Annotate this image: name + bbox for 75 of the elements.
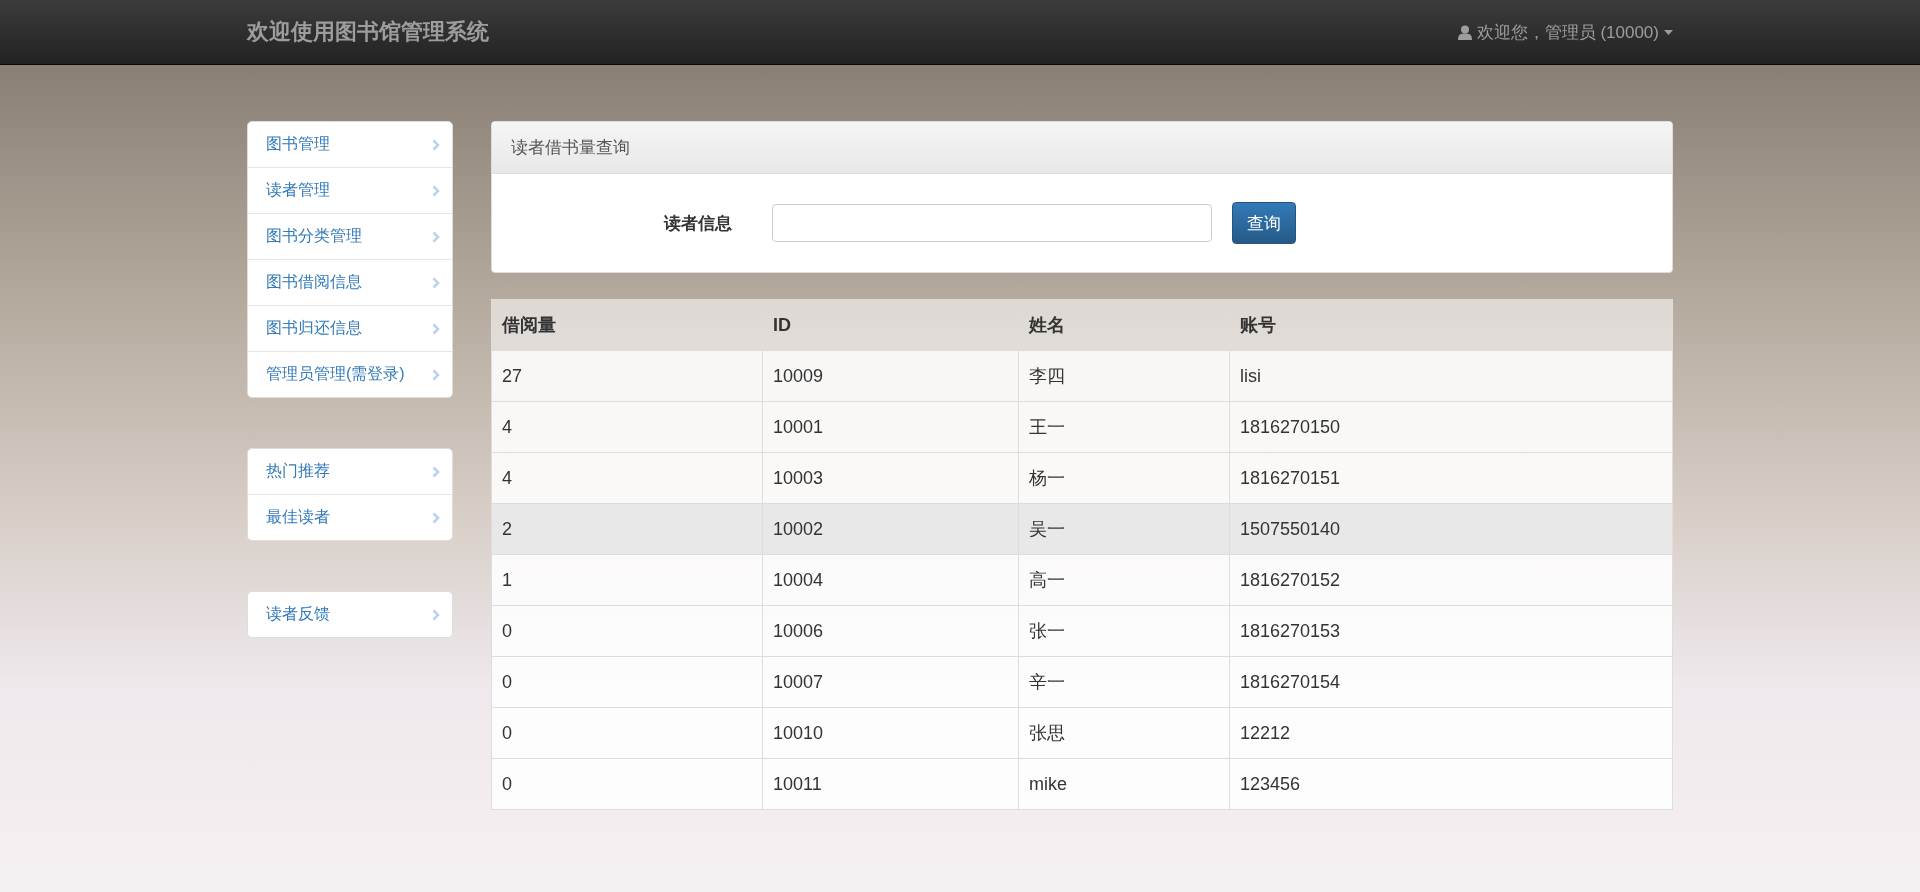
chevron-right-icon — [432, 230, 440, 243]
table-row[interactable]: 0 10011 mike 123456 — [491, 758, 1673, 810]
table-cell: 10002 — [762, 503, 1019, 555]
chevron-right-icon — [432, 608, 440, 621]
user-menu[interactable]: 欢迎您，管理员 (10000) — [1457, 20, 1673, 44]
caret-icon — [1664, 29, 1673, 35]
table-cell: 李四 — [1018, 350, 1230, 402]
table-cell: mike — [1018, 758, 1230, 810]
sidebar-item[interactable]: 图书分类管理 — [248, 213, 452, 259]
table-cell: 张一 — [1018, 605, 1230, 657]
table-cell: 27 — [491, 350, 763, 402]
chevron-right-icon — [432, 368, 440, 381]
table-cell: 1816270151 — [1229, 452, 1673, 504]
chevron-right-icon — [432, 276, 440, 289]
input-field[interactable] — [772, 204, 1212, 242]
table-row[interactable]: 0 10006 张一 1816270153 — [491, 605, 1673, 657]
table-cell: 10003 — [762, 452, 1019, 504]
chevron-right-icon — [432, 138, 440, 151]
field-label: 读者信息 — [664, 212, 733, 235]
table-row[interactable]: 2 10002 吴一 1507550140 — [491, 503, 1673, 555]
table-cell: 1 — [491, 554, 763, 606]
panel-title: 读者借书量查询 — [492, 122, 1672, 174]
table-cell: 1816270153 — [1229, 605, 1673, 657]
table-cell: 高一 — [1018, 554, 1230, 606]
table-cell: 1507550140 — [1229, 503, 1673, 555]
sidebar-item[interactable]: 图书借阅信息 — [248, 259, 452, 305]
table-cell: 0 — [491, 605, 763, 657]
table-cell: 10001 — [762, 401, 1019, 453]
search-button[interactable]: 查询 — [1232, 202, 1296, 244]
chevron-right-icon — [432, 322, 440, 335]
table-cell: 12212 — [1229, 707, 1673, 759]
table-row[interactable]: 27 10009 李四 lisi — [491, 350, 1673, 402]
table-cell: 1816270152 — [1229, 554, 1673, 606]
table-cell: 4 — [491, 401, 763, 453]
table-cell: 王一 — [1018, 401, 1230, 453]
brand-title[interactable]: 欢迎使用图书馆管理系统 — [247, 17, 489, 47]
sidebar-item[interactable]: 最佳读者 — [248, 494, 452, 540]
table-cell: 10010 — [762, 707, 1019, 759]
user-icon — [1457, 24, 1472, 40]
column-header: ID — [762, 299, 1019, 351]
table-cell: 辛一 — [1018, 656, 1230, 708]
sidebar-item[interactable]: 图书归还信息 — [248, 305, 452, 351]
table-cell: 1816270154 — [1229, 656, 1673, 708]
sidebar-item[interactable]: 读者反馈 — [248, 592, 452, 637]
table-row[interactable]: 0 10007 辛一 1816270154 — [491, 656, 1673, 708]
table-cell: 杨一 — [1018, 452, 1230, 504]
sidebar-item[interactable]: 图书管理 — [248, 122, 452, 167]
sidebar-item[interactable]: 管理员管理(需登录) — [248, 351, 452, 397]
sidebar-item[interactable]: 热门推荐 — [248, 449, 452, 494]
column-header: 借阅量 — [491, 299, 763, 351]
table-cell: 张思 — [1018, 707, 1230, 759]
sidebar-item[interactable]: 读者管理 — [248, 167, 452, 213]
table-cell: 10007 — [762, 656, 1019, 708]
column-header: 姓名 — [1018, 299, 1230, 351]
column-header: 账号 — [1229, 299, 1673, 351]
table-cell: 123456 — [1229, 758, 1673, 810]
table-cell: 0 — [491, 707, 763, 759]
table-cell: 0 — [491, 656, 763, 708]
table-cell: 10011 — [762, 758, 1019, 810]
table-row[interactable]: 1 10004 高一 1816270152 — [491, 554, 1673, 606]
chevron-right-icon — [432, 465, 440, 478]
table-cell: 1816270150 — [1229, 401, 1673, 453]
table-cell: lisi — [1229, 350, 1673, 402]
chevron-right-icon — [432, 184, 440, 197]
table-cell: 10006 — [762, 605, 1019, 657]
table-row[interactable]: 0 10010 张思 12212 — [491, 707, 1673, 759]
table-row[interactable]: 4 10001 王一 1816270150 — [491, 401, 1673, 453]
table-cell: 4 — [491, 452, 763, 504]
table-cell: 2 — [491, 503, 763, 555]
chevron-right-icon — [432, 511, 440, 524]
table-cell: 吴一 — [1018, 503, 1230, 555]
table-cell: 0 — [491, 758, 763, 810]
table-row[interactable]: 4 10003 杨一 1816270151 — [491, 452, 1673, 504]
table-cell: 10009 — [762, 350, 1019, 402]
table-cell: 10004 — [762, 554, 1019, 606]
